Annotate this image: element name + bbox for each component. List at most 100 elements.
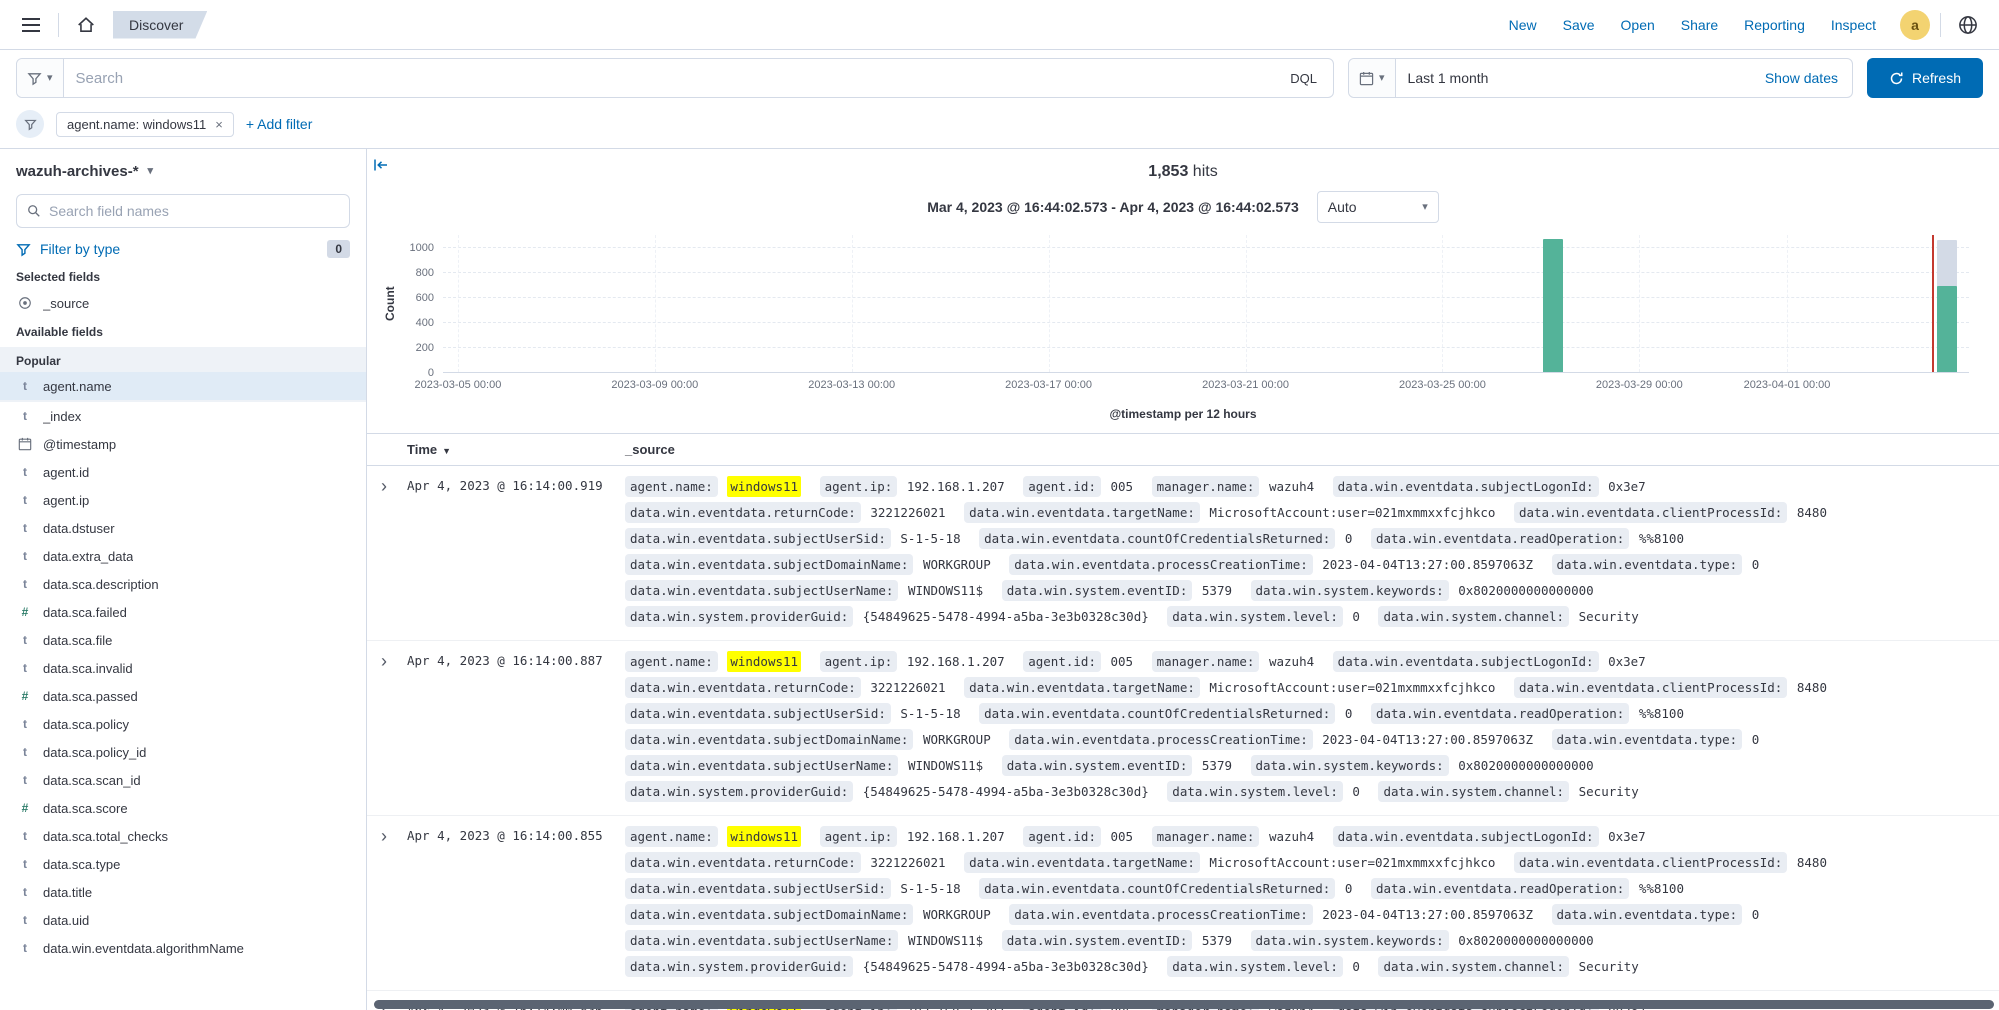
- field-data.sca.invalid[interactable]: tdata.sca.invalid: [0, 654, 366, 682]
- field-value: MicrosoftAccount:user=021mxmmxxfcjhkco: [1209, 680, 1495, 695]
- field-data.sca.policy[interactable]: tdata.sca.policy: [0, 710, 366, 738]
- h-gridline: [443, 347, 1969, 348]
- field-data.extra_data[interactable]: tdata.extra_data: [0, 542, 366, 570]
- field-data.sca.description[interactable]: tdata.sca.description: [0, 570, 366, 598]
- field-key-badge: data.win.eventdata.readOperation:: [1371, 528, 1629, 549]
- add-filter-button[interactable]: + Add filter: [246, 116, 313, 132]
- source-field-pair: data.win.eventdata.clientProcessId: 8480: [1514, 505, 1827, 520]
- source-field-pair: data.win.system.keywords: 0x802000000000…: [1251, 583, 1594, 598]
- field-data.sca.score[interactable]: #data.sca.score: [0, 794, 366, 822]
- query-language-button[interactable]: DQL: [1274, 71, 1333, 86]
- field-data.uid[interactable]: tdata.uid: [0, 906, 366, 934]
- avatar[interactable]: a: [1900, 10, 1930, 40]
- expand-row-button[interactable]: ›: [367, 474, 387, 495]
- time-column-header[interactable]: Time▼: [407, 442, 625, 457]
- histogram-bar[interactable]: [1937, 286, 1957, 372]
- field-value: WORKGROUP: [923, 732, 991, 747]
- field-@timestamp[interactable]: @timestamp: [0, 430, 366, 458]
- field-data.sca.scan_id[interactable]: tdata.sca.scan_id: [0, 766, 366, 794]
- index-pattern-selector[interactable]: wazuh-archives-* ▾: [16, 163, 350, 180]
- expand-row-button[interactable]: ›: [367, 649, 387, 670]
- field-agent.name[interactable]: tagent.name: [0, 372, 366, 400]
- field-name: data.sca.policy: [43, 717, 129, 732]
- header-action-open[interactable]: Open: [1621, 17, 1655, 33]
- source-field-pair: data.win.eventdata.subjectUserName: WIND…: [625, 583, 983, 598]
- show-dates-button[interactable]: Show dates: [1751, 70, 1852, 86]
- interval-select[interactable]: Auto ▾: [1317, 191, 1439, 223]
- doc-table: Time▼ _source ›Apr 4, 2023 @ 16:14:00.91…: [367, 433, 1999, 1010]
- source-field-pair: data.win.eventdata.type: 0: [1552, 732, 1760, 747]
- time-range-value[interactable]: Last 1 month: [1396, 70, 1751, 86]
- string-field-icon: t: [16, 743, 34, 761]
- field-data.sca.total_checks[interactable]: tdata.sca.total_checks: [0, 822, 366, 850]
- source-field-pair: data.win.eventdata.subjectUserName: WIND…: [625, 758, 983, 773]
- globe-button[interactable]: [1951, 8, 1985, 42]
- field-key-badge: data.win.eventdata.type:: [1552, 554, 1743, 575]
- header-action-share[interactable]: Share: [1681, 17, 1718, 33]
- field-value: 3221226021: [870, 855, 945, 870]
- field-value: WINDOWS11$: [908, 758, 983, 773]
- index-pattern-name: wazuh-archives-*: [16, 163, 139, 180]
- field-data.title[interactable]: tdata.title: [0, 878, 366, 906]
- field-key-badge: data.win.eventdata.type:: [1552, 729, 1743, 750]
- field-_index[interactable]: t_index: [0, 402, 366, 430]
- remove-filter-icon[interactable]: ×: [215, 118, 223, 131]
- source-field-pair: data.win.eventdata.targetName: Microsoft…: [964, 680, 1495, 695]
- divider: [58, 13, 59, 37]
- field-search-input[interactable]: [49, 203, 339, 219]
- horizontal-scrollbar[interactable]: [374, 1000, 1994, 1009]
- number-field-icon: #: [16, 799, 34, 817]
- v-gridline: [1639, 235, 1640, 372]
- breadcrumb[interactable]: Discover: [113, 11, 207, 39]
- source-field-pair: manager.name: wazuh4: [1152, 479, 1315, 494]
- saved-query-menu-button[interactable]: ▾: [17, 59, 64, 97]
- field-data.sca.failed[interactable]: #data.sca.failed: [0, 598, 366, 626]
- field-key-badge: agent.id:: [1023, 651, 1101, 672]
- field-agent.id[interactable]: tagent.id: [0, 458, 366, 486]
- field-key-badge: agent.id:: [1023, 476, 1101, 497]
- header-action-new[interactable]: New: [1509, 17, 1537, 33]
- field-name: agent.ip: [43, 493, 89, 508]
- field-key-badge: data.win.eventdata.targetName:: [964, 677, 1200, 698]
- header-action-inspect[interactable]: Inspect: [1831, 17, 1876, 33]
- filter-by-type[interactable]: Filter by type 0: [16, 240, 350, 258]
- search-input[interactable]: [64, 70, 1275, 87]
- doc-source: agent.name: windows11 agent.ip: 192.168.…: [625, 649, 1999, 805]
- source-field-pair: data.win.eventdata.subjectDomainName: WO…: [625, 907, 991, 922]
- x-tick-label: 2023-03-21 00:00: [1202, 379, 1289, 391]
- source-field-pair: agent.name: windows11: [625, 479, 801, 494]
- menu-button[interactable]: [14, 8, 48, 42]
- filter-pill[interactable]: agent.name: windows11 ×: [56, 112, 234, 137]
- source-field-pair: agent.id: 005: [1023, 829, 1133, 844]
- refresh-button[interactable]: Refresh: [1867, 58, 1983, 98]
- hamburger-icon: [22, 18, 40, 32]
- field-data.dstuser[interactable]: tdata.dstuser: [0, 514, 366, 542]
- field-_source[interactable]: _source: [0, 289, 366, 317]
- source-field-pair: data.win.system.providerGuid: {54849625-…: [625, 609, 1149, 624]
- field-key-badge: data.win.eventdata.clientProcessId:: [1514, 502, 1787, 523]
- header-action-save[interactable]: Save: [1563, 17, 1595, 33]
- home-button[interactable]: [69, 8, 103, 42]
- field-value: 192.168.1.207: [907, 479, 1005, 494]
- field-value: S-1-5-18: [900, 531, 960, 546]
- chevron-down-icon: ▾: [47, 73, 53, 84]
- date-picker-quick-menu-button[interactable]: ▾: [1349, 59, 1396, 97]
- field-data.sca.file[interactable]: tdata.sca.file: [0, 626, 366, 654]
- collapse-sidebar-button[interactable]: [373, 157, 389, 176]
- source-field-pair: agent.id: 005: [1023, 654, 1133, 669]
- expand-row-button[interactable]: ›: [367, 824, 387, 845]
- field-data.sca.passed[interactable]: #data.sca.passed: [0, 682, 366, 710]
- string-field-icon: t: [16, 407, 34, 425]
- field-agent.ip[interactable]: tagent.ip: [0, 486, 366, 514]
- field-value: 0: [1752, 732, 1760, 747]
- header-action-reporting[interactable]: Reporting: [1744, 17, 1805, 33]
- y-axis-ticks: 02004006008001000: [397, 235, 443, 373]
- filter-options-button[interactable]: [16, 110, 44, 138]
- source-field-pair: data.win.eventdata.subjectUserName: WIND…: [625, 933, 983, 948]
- field-data.sca.type[interactable]: tdata.sca.type: [0, 850, 366, 878]
- source-field-pair: data.win.system.channel: Security: [1378, 609, 1638, 624]
- field-data.win.eventdata.algorithmName[interactable]: tdata.win.eventdata.algorithmName: [0, 934, 366, 962]
- field-data.sca.policy_id[interactable]: tdata.sca.policy_id: [0, 738, 366, 766]
- source-field-pair: data.win.eventdata.countOfCredentialsRet…: [979, 706, 1352, 721]
- histogram-bar[interactable]: [1543, 239, 1563, 372]
